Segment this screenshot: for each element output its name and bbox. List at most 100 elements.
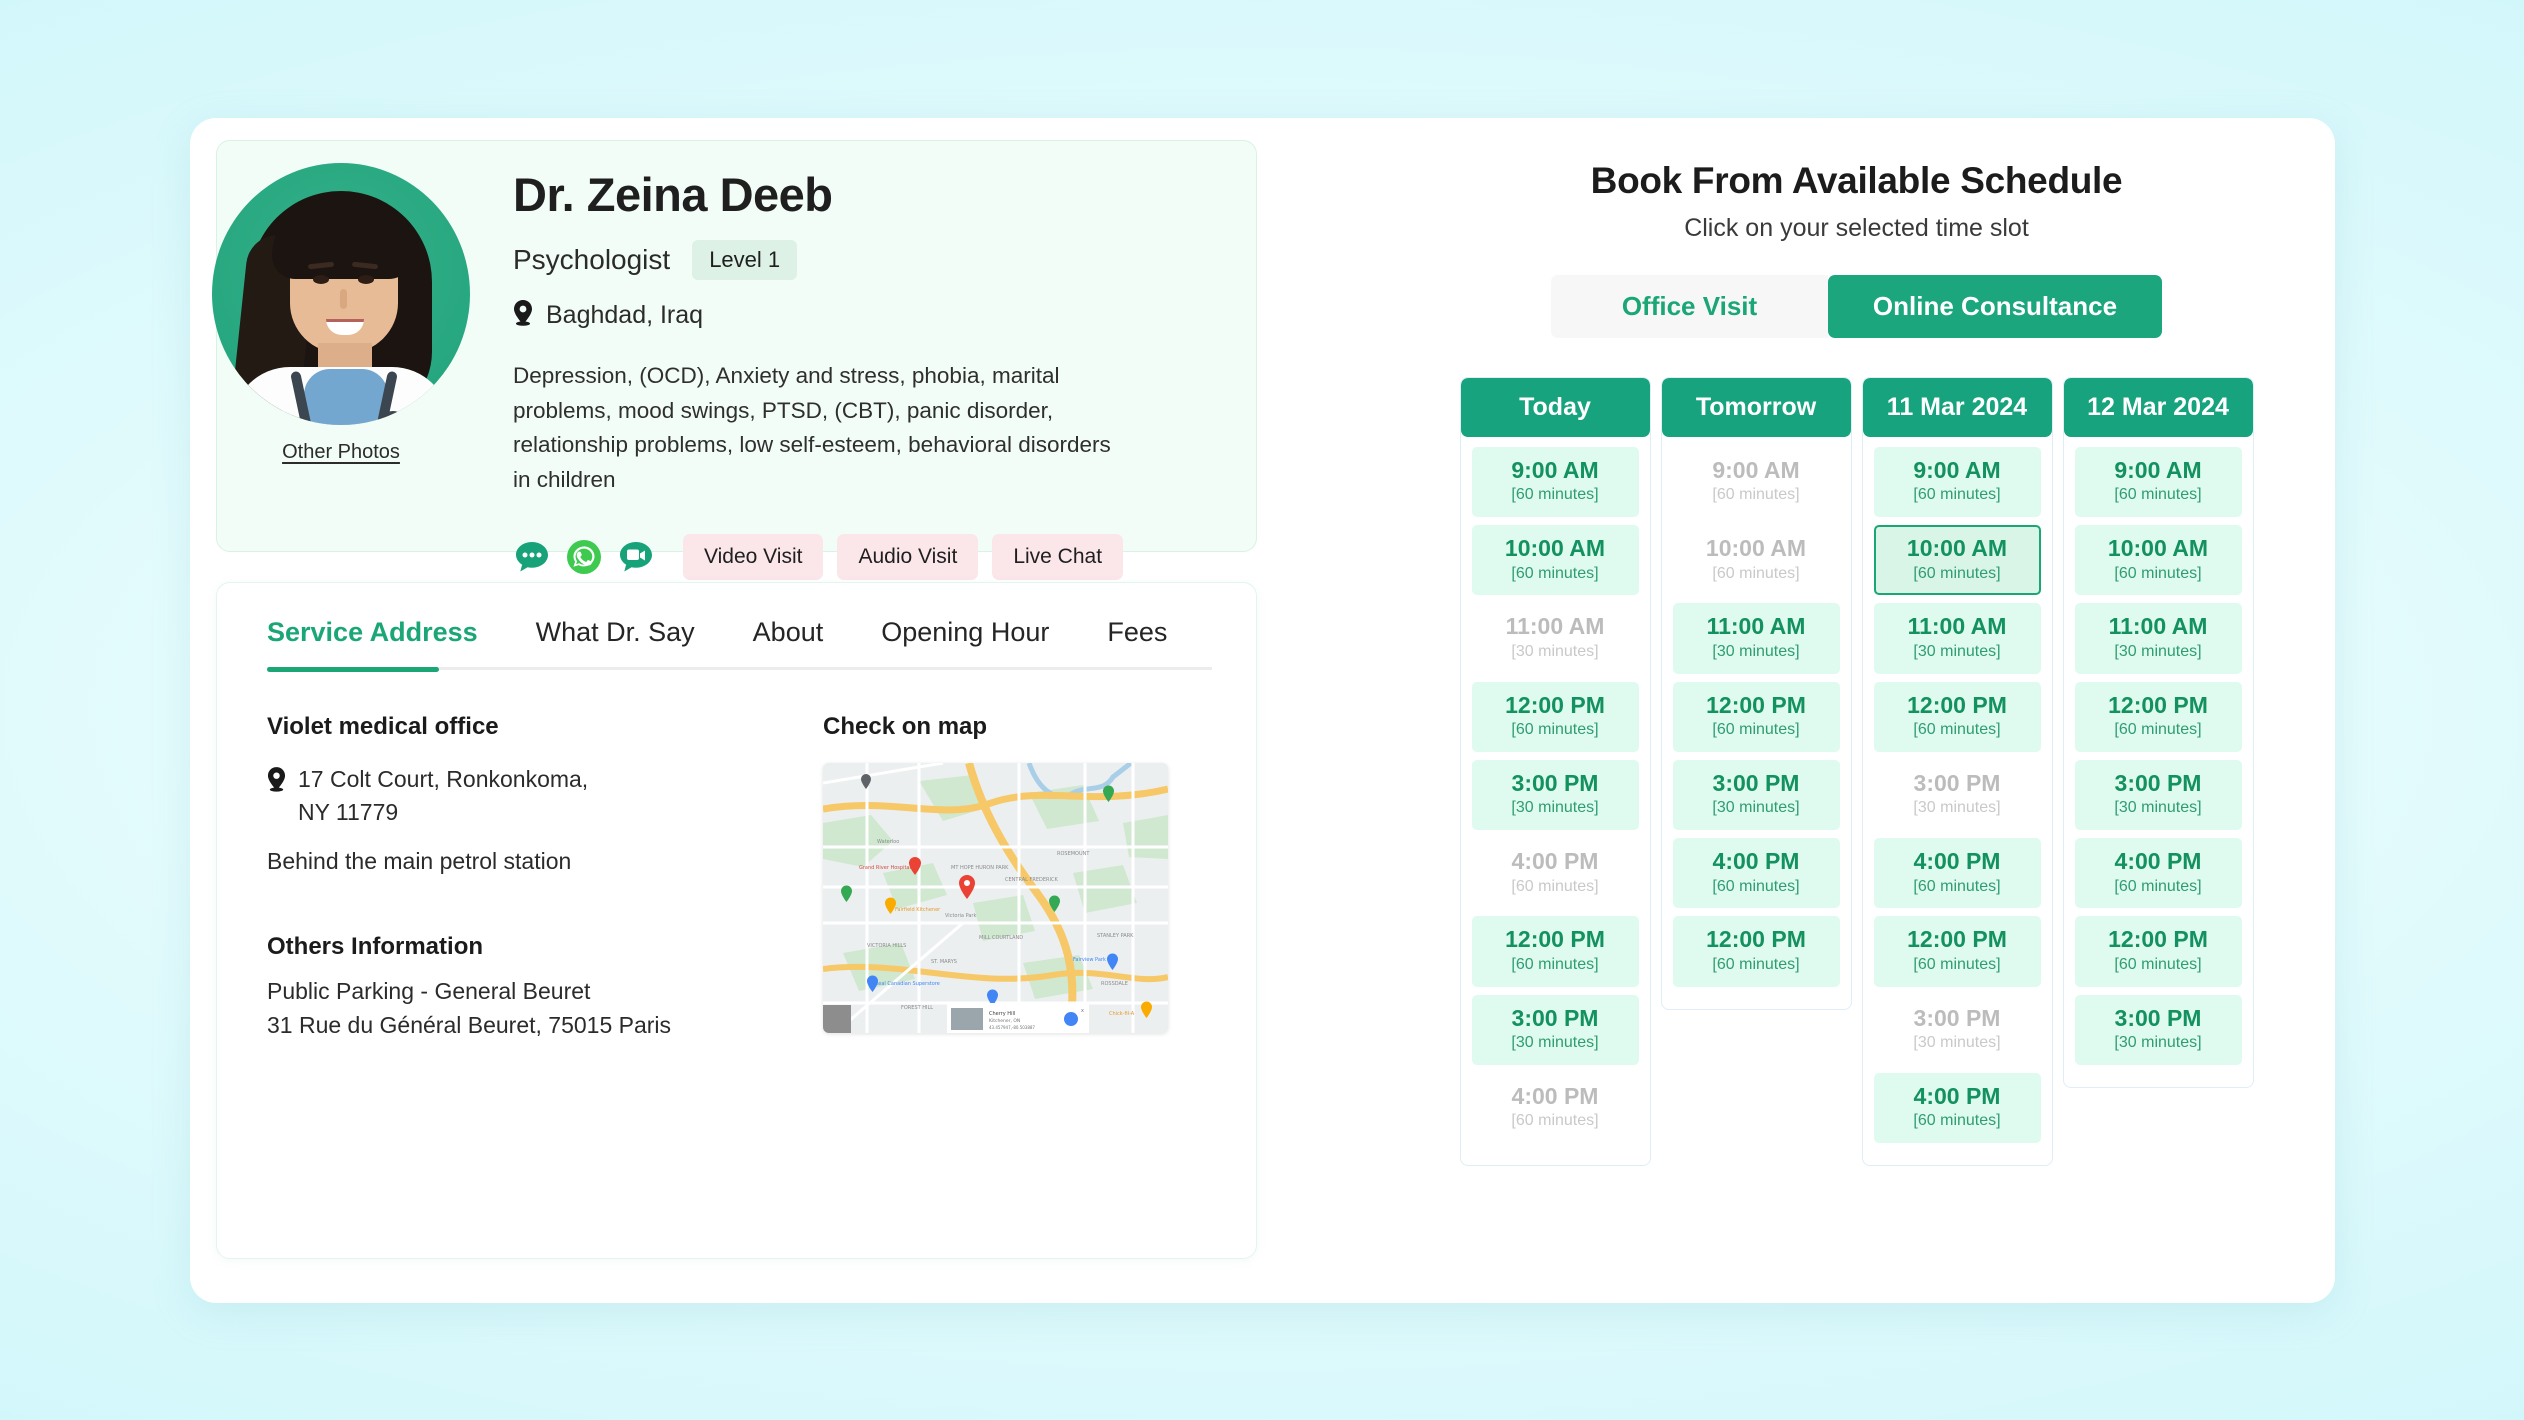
schedule-day-column: 11 Mar 2024 9:00 AM [60 minutes] 10:00 AM [6… xyxy=(1861,377,2053,1167)
time-slot-time: 3:00 PM xyxy=(1511,769,1599,796)
time-slot-available[interactable]: 11:00 AM [30 minutes] xyxy=(1873,603,2041,674)
time-slot-available[interactable]: 3:00 PM [30 minutes] xyxy=(2074,759,2242,831)
svg-text:x: x xyxy=(1081,1008,1084,1014)
live-chat-button[interactable]: Live Chat xyxy=(992,533,1124,580)
time-slot-available[interactable]: 3:00 PM [30 minutes] xyxy=(1471,759,1639,831)
time-slot-available[interactable]: 4:00 PM [60 minutes] xyxy=(1672,838,1840,909)
time-slot-available[interactable]: 12:00 PM [60 minutes] xyxy=(1672,916,1840,987)
time-slot-available[interactable]: 3:00 PM [30 minutes] xyxy=(1672,759,1840,831)
time-slot-available[interactable]: 9:00 AM [60 minutes] xyxy=(1873,447,2041,518)
time-slot-available[interactable]: 3:00 PM [30 minutes] xyxy=(1471,994,1639,1065)
time-slot-available[interactable]: 11:00 AM [30 minutes] xyxy=(1672,603,1840,674)
address-row: 17 Colt Court, Ronkonkoma, NY 11779 xyxy=(267,763,737,828)
time-slot-unavailable: 4:00 PM [60 minutes] xyxy=(1472,838,1639,908)
time-slot-duration: [30 minutes] xyxy=(1511,1034,1599,1052)
time-slot-available[interactable]: 12:00 PM [60 minutes] xyxy=(1471,681,1639,752)
svg-text:FOREST HILL: FOREST HILL xyxy=(901,1005,933,1011)
schedule-pane: Book From Available Schedule Click on yo… xyxy=(1390,118,2335,1303)
time-slot-available[interactable]: 9:00 AM [60 minutes] xyxy=(1471,447,1639,518)
time-slot-available[interactable]: 10:00 AM [60 minutes] xyxy=(2074,525,2242,596)
time-slot-available[interactable]: 4:00 PM [60 minutes] xyxy=(1873,1072,2041,1144)
time-slot-time: 12:00 PM xyxy=(1907,691,2007,718)
time-slot-available[interactable]: 4:00 PM [60 minutes] xyxy=(2074,838,2242,909)
video-message-icon[interactable] xyxy=(617,538,655,576)
time-slot-time: 4:00 PM xyxy=(1913,1082,2001,1109)
visit-mode-toggle: Office Visit Online Consultance xyxy=(1418,275,2295,338)
time-slot-available[interactable]: 11:00 AM [30 minutes] xyxy=(2074,603,2242,674)
time-slot-duration: [30 minutes] xyxy=(1511,642,1599,660)
details-card: Service Address What Dr. Say About Openi… xyxy=(216,582,1257,1259)
time-slot-duration: [60 minutes] xyxy=(1511,955,1599,973)
time-slot-time: 3:00 PM xyxy=(1712,769,1800,796)
doctor-avatar xyxy=(212,163,470,425)
tab-fees[interactable]: Fees xyxy=(1107,617,1167,668)
time-slot-available[interactable]: 12:00 PM [60 minutes] xyxy=(1873,916,2041,987)
time-slot-available[interactable]: 12:00 PM [60 minutes] xyxy=(2074,916,2242,987)
schedule-day-header: Tomorrow xyxy=(1661,378,1851,437)
svg-text:ROSEMOUNT: ROSEMOUNT xyxy=(1057,851,1090,857)
time-slot-available[interactable]: 12:00 PM [60 minutes] xyxy=(1672,681,1840,752)
time-slot-time: 12:00 PM xyxy=(1907,926,2007,953)
svg-text:Kitchener, ON: Kitchener, ON xyxy=(989,1018,1020,1024)
doctor-profile-card: Other Photos Dr. Zeina Deeb Psychologist… xyxy=(212,140,1257,580)
time-slot-available[interactable]: 10:00 AM [60 minutes] xyxy=(1471,525,1639,596)
office-visit-tab[interactable]: Office Visit xyxy=(1551,275,1828,338)
svg-text:Cherry Hill: Cherry Hill xyxy=(989,1011,1015,1017)
time-slot-available[interactable]: 3:00 PM [30 minutes] xyxy=(2074,994,2242,1065)
tab-about[interactable]: About xyxy=(753,617,824,668)
location-pin-icon xyxy=(513,300,533,331)
time-slot-duration: [60 minutes] xyxy=(2114,877,2202,895)
map-preview[interactable]: Waterloo ROSEMOUNT MT HOPE HURON PARK CE… xyxy=(823,763,1168,1033)
schedule-day-column: 12 Mar 2024 9:00 AM [60 minutes] 10:00 AM [6… xyxy=(2062,377,2254,1088)
online-consultance-tab[interactable]: Online Consultance xyxy=(1828,275,2162,338)
address-line-1: 17 Colt Court, Ronkonkoma, xyxy=(298,766,589,792)
time-slot-time: 12:00 PM xyxy=(1706,926,1806,953)
time-slot-duration: [30 minutes] xyxy=(1511,799,1599,817)
time-slot-duration: [30 minutes] xyxy=(1913,1034,2001,1052)
doctor-specialties: Depression, (OCD), Anxiety and stress, p… xyxy=(513,363,1111,492)
time-slot-duration: [60 minutes] xyxy=(1913,564,2001,582)
whatsapp-icon[interactable] xyxy=(565,538,603,576)
time-slot-selected[interactable]: 10:00 AM [60 minutes] xyxy=(1873,525,2041,596)
time-slot-time: 9:00 AM xyxy=(2114,457,2202,483)
svg-text:Fairfield Kitchener: Fairfield Kitchener xyxy=(895,907,941,913)
address-note: Behind the main petrol station xyxy=(267,848,572,875)
doctor-booking-panel: Other Photos Dr. Zeina Deeb Psychologist… xyxy=(190,118,2335,1303)
time-slot-time: 11:00 AM xyxy=(1706,613,1806,640)
time-slot-duration: [60 minutes] xyxy=(1511,877,1599,895)
tab-service-address[interactable]: Service Address xyxy=(267,617,478,668)
other-photos-link[interactable]: Other Photos xyxy=(282,441,400,464)
doctor-name: Dr. Zeina Deeb xyxy=(513,168,833,221)
time-slot-duration: [30 minutes] xyxy=(2114,799,2202,817)
time-slot-time: 3:00 PM xyxy=(1511,1004,1599,1031)
doctor-location: Baghdad, Iraq xyxy=(546,301,704,329)
time-slot-available[interactable]: 12:00 PM [60 minutes] xyxy=(1471,916,1639,987)
schedule-grid: Today 9:00 AM [60 minutes] 10:00 AM [60 minu… xyxy=(1418,377,2295,1167)
audio-visit-button[interactable]: Audio Visit xyxy=(837,533,979,580)
time-slot-time: 12:00 PM xyxy=(1706,691,1806,718)
schedule-slot-list: 9:00 AM [60 minutes] 10:00 AM [60 minutes] 1… xyxy=(2064,437,2253,1087)
chat-bubble-icon[interactable] xyxy=(513,538,551,576)
svg-text:Chick-fil-A: Chick-fil-A xyxy=(1109,1011,1135,1017)
details-body: Violet medical office 17 Colt Court, Ron… xyxy=(267,713,1212,1042)
level-badge: Level 1 xyxy=(692,240,798,280)
time-slot-unavailable: 11:00 AM [30 minutes] xyxy=(1472,603,1639,673)
time-slot-available[interactable]: 12:00 PM [60 minutes] xyxy=(2074,681,2242,752)
video-visit-button[interactable]: Video Visit xyxy=(683,533,824,580)
time-slot-duration: [60 minutes] xyxy=(1712,564,1800,582)
time-slot-available[interactable]: 12:00 PM [60 minutes] xyxy=(1873,681,2041,752)
time-slot-unavailable: 3:00 PM [30 minutes] xyxy=(1874,760,2041,830)
svg-text:STANLEY PARK: STANLEY PARK xyxy=(1097,933,1134,939)
time-slot-time: 4:00 PM xyxy=(1913,848,2001,875)
tab-opening-hour[interactable]: Opening Hour xyxy=(881,617,1049,668)
tab-what-dr-say[interactable]: What Dr. Say xyxy=(536,617,695,668)
others-line-2: 31 Rue du Général Beuret, 75015 Paris xyxy=(267,1011,672,1038)
schedule-day-header: 12 Mar 2024 xyxy=(2063,378,2253,437)
time-slot-available[interactable]: 4:00 PM [60 minutes] xyxy=(1873,838,2041,909)
time-slot-available[interactable]: 9:00 AM [60 minutes] xyxy=(2074,447,2242,518)
schedule-day-header: 11 Mar 2024 xyxy=(1862,378,2052,437)
time-slot-duration: [60 minutes] xyxy=(1712,877,1800,895)
time-slot-duration: [30 minutes] xyxy=(1712,799,1800,817)
time-slot-duration: [60 minutes] xyxy=(1511,721,1599,739)
schedule-title: Book From Available Schedule xyxy=(1590,160,2123,201)
